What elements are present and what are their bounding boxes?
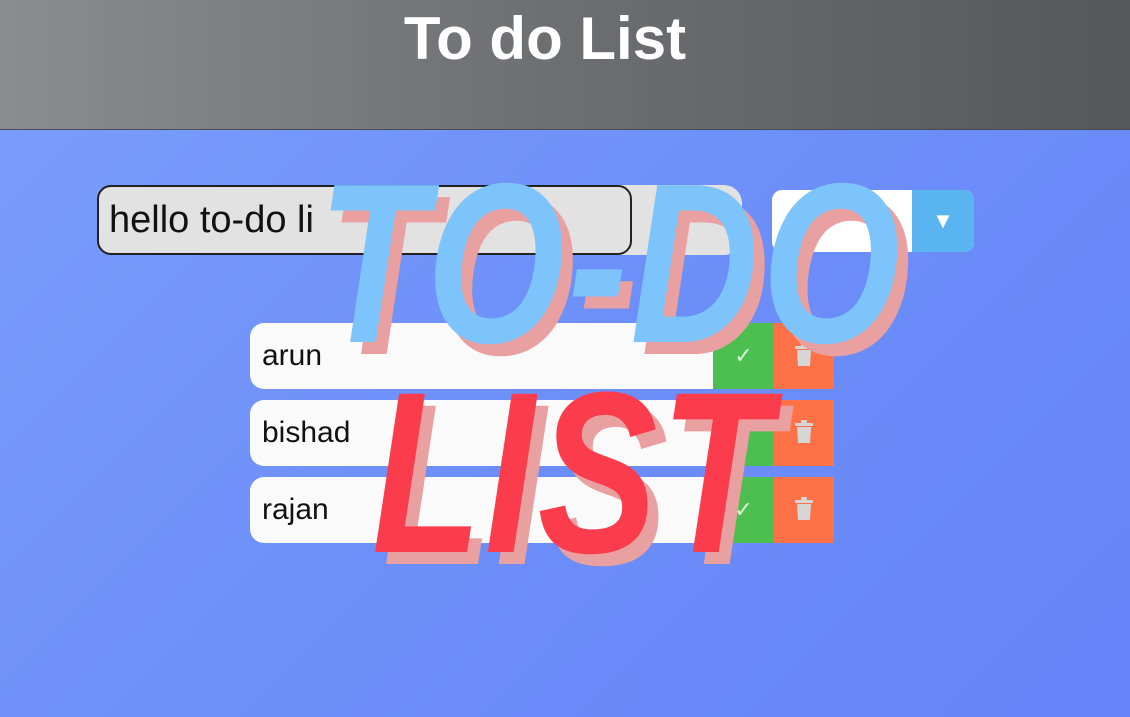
page-title: To do List [403,5,687,72]
filter-select[interactable]: All ▼ [772,190,974,252]
delete-button[interactable] [774,323,834,389]
check-icon: ✓ [734,420,753,445]
todo-item: arun ✓ [250,323,834,389]
todo-item: rajan ✓ [250,477,834,543]
todo-list: arun ✓ bishad ✓ rajan ✓ [250,323,834,554]
todo-text: bishad [250,400,730,466]
app-header: To do List [0,0,1130,130]
check-icon: ✓ [734,343,753,368]
add-todo-button[interactable] [670,215,686,237]
delete-button[interactable] [774,400,834,466]
trash-icon [795,343,813,366]
triangle-down-icon[interactable]: ▼ [912,190,974,252]
complete-button[interactable]: ✓ [713,323,774,389]
todo-input-container [97,185,742,255]
complete-button[interactable]: ✓ [713,400,774,466]
todo-text: arun [250,323,730,389]
check-icon: ✓ [734,497,753,522]
filter-selected-value: All [784,212,801,229]
todo-input[interactable] [97,185,632,255]
complete-button[interactable]: ✓ [713,477,774,543]
delete-button[interactable] [774,477,834,543]
trash-icon [795,497,813,520]
todo-item: bishad ✓ [250,400,834,466]
trash-icon [795,420,813,443]
todo-text: rajan [250,477,730,543]
